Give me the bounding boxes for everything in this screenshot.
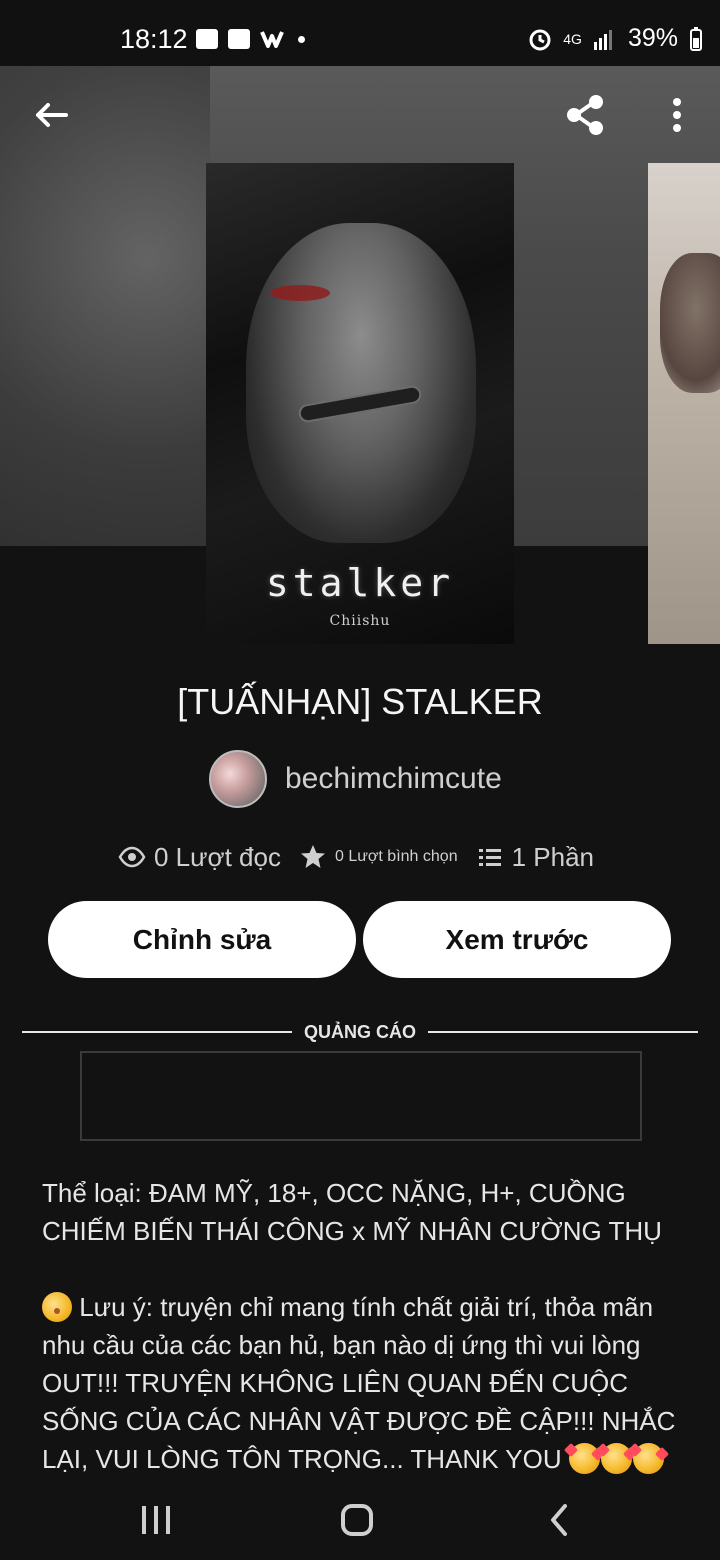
kissing-face-icon — [42, 1292, 72, 1322]
edit-button[interactable]: Chỉnh sửa — [48, 901, 356, 978]
home-icon[interactable] — [333, 1496, 381, 1544]
more-vertical-icon[interactable] — [652, 90, 702, 140]
smiling-hearts-icon — [632, 1443, 664, 1474]
status-left-icons — [196, 28, 305, 50]
status-time: 18:12 — [120, 24, 188, 54]
ad-container[interactable] — [80, 1051, 642, 1141]
hearts-emoji-group — [568, 1443, 664, 1474]
back-chevron-icon[interactable] — [535, 1496, 583, 1544]
next-story-cover[interactable] — [648, 163, 720, 644]
alarm-icon — [529, 29, 551, 50]
author-row[interactable]: bechimchimcute — [209, 750, 502, 808]
ad-divider — [428, 1031, 698, 1033]
list-icon — [478, 849, 501, 866]
story-title: [TUẤNHẠN] STALKER — [177, 681, 543, 722]
note-paragraph: Lưu ý: truyện chỉ mang tính chất giải tr… — [42, 1288, 682, 1478]
story-stats: 0 Lượt đọc 0 Lượt bình chọn 1 Phần — [118, 836, 594, 878]
smiling-hearts-icon — [600, 1443, 632, 1474]
cover-title-text: stalker — [265, 561, 455, 605]
battery-percent: 39% — [627, 24, 678, 52]
cover-author-text: Chiishu — [329, 613, 391, 629]
genre-line: Thể loại: ĐAM MỸ, 18+, OCC NẶNG, H+, CUỒ… — [42, 1178, 626, 1208]
w-icon — [260, 31, 284, 48]
cover-art — [660, 253, 720, 393]
parts-count: 1 Phần — [511, 841, 594, 872]
status-right: 4G 39% — [527, 24, 704, 53]
avatar[interactable] — [209, 750, 267, 808]
smiling-hearts-icon — [568, 1443, 600, 1474]
parts-stat: 1 Phần — [476, 842, 594, 873]
back-arrow-icon[interactable] — [26, 90, 76, 140]
preview-button[interactable]: Xem trước — [363, 901, 671, 978]
dot-icon — [298, 35, 305, 43]
ad-divider — [22, 1031, 292, 1033]
story-cover[interactable]: stalker Chiishu — [206, 163, 514, 644]
genre-line: CHIẾM BIẾN THÁI CÔNG x MỸ NHÂN CƯỜNG THỤ — [42, 1216, 662, 1246]
status-bar: 18:12 4G 39% — [0, 0, 720, 66]
system-nav-bar — [0, 1480, 720, 1560]
message-icon — [196, 29, 218, 49]
shop-icon — [228, 29, 250, 49]
signal-icon — [593, 29, 612, 50]
star-icon — [300, 845, 325, 868]
reads-stat: 0 Lượt đọc — [118, 842, 281, 873]
cover-art — [246, 223, 476, 543]
votes-stat: 0 Lượt bình chọn — [299, 843, 458, 871]
story-description: Thể loại: ĐAM MỸ, 18+, OCC NẶNG, H+, CUỒ… — [42, 1174, 682, 1478]
cover-art-detail — [270, 285, 330, 301]
recents-icon[interactable] — [132, 1496, 180, 1544]
battery-icon — [690, 26, 702, 51]
author-name[interactable]: bechimchimcute — [285, 762, 502, 796]
votes-count: 0 Lượt bình chọn — [334, 848, 458, 865]
share-icon[interactable] — [560, 90, 610, 140]
reads-count: 0 Lượt đọc — [154, 841, 281, 872]
network-type: 4G — [563, 30, 582, 47]
ad-label: QUẢNG CÁO — [304, 1022, 416, 1042]
eye-icon — [118, 846, 146, 868]
